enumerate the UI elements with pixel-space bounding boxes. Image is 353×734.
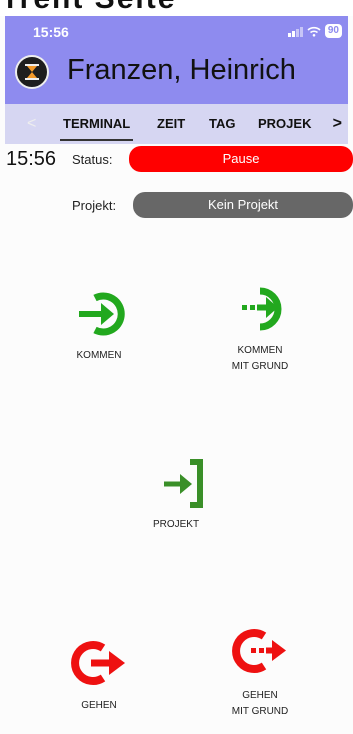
gehen-mit-grund-line1: GEHEN [242,690,278,701]
logout-dotted-icon [232,629,286,673]
tab-tag[interactable]: TAG [209,116,235,131]
wifi-icon [307,26,321,37]
kommen-mit-grund-line1: KOMMEN [237,345,283,356]
login-icon [79,292,125,336]
battery-indicator: 90 [324,24,342,38]
gehen-mit-grund-button[interactable]: GEHEN MIT GRUND [215,626,305,720]
cellular-signal-icon [287,26,303,37]
cropped-banner: rrent Seite [0,0,353,16]
kommen-mit-grund-line2: MIT GRUND [231,361,289,372]
status-bar-icons: 90 [287,24,342,38]
gehen-button[interactable]: GEHEN [54,636,144,714]
gehen-label: GEHEN [81,700,117,711]
tab-terminal[interactable]: TERMINAL [59,116,134,141]
kommen-label: KOMMEN [76,350,122,361]
gehen-mit-grund-line2: MIT GRUND [231,706,289,717]
login-dotted-icon [242,287,282,331]
status-bar-time: 15:56 [33,24,69,40]
kommen-button[interactable]: KOMMEN [54,288,144,364]
project-badge[interactable]: Kein Projekt [133,192,353,218]
project-row: Projekt: Kein Projekt [0,192,353,218]
tab-bar: < TERMINAL ZEIT TAG PROJEK > [5,104,348,144]
project-label: Projekt: [72,198,117,213]
tab-scroll-left-icon[interactable]: < [27,115,36,133]
tab-scroll-right-icon[interactable]: > [333,115,342,133]
status-label: Status: [72,152,113,167]
tab-zeit[interactable]: ZEIT [157,116,185,131]
projekt-button[interactable]: PROJEKT [131,459,221,533]
kommen-mit-grund-button[interactable]: KOMMEN MIT GRUND [215,283,305,375]
hourglass-icon [15,55,49,89]
tab-projekt[interactable]: PROJEK [258,116,311,131]
projekt-label: PROJEKT [152,519,200,530]
project-enter-icon [164,459,203,508]
user-name: Franzen, Heinrich [67,54,296,86]
cropped-banner-text: rrent Seite [6,0,176,16]
gehen-mit-grund-label: GEHEN MIT GRUND [215,688,305,720]
status-badge: Pause [129,146,353,172]
kommen-mit-grund-label: KOMMEN MIT GRUND [215,343,305,375]
status-row: 15:56 Status: Pause [0,146,353,174]
current-time: 15:56 [6,148,57,170]
logout-icon [71,641,125,685]
app-header: 15:56 90 Franzen, Heinrich < TERMINAL ZE… [5,16,348,144]
